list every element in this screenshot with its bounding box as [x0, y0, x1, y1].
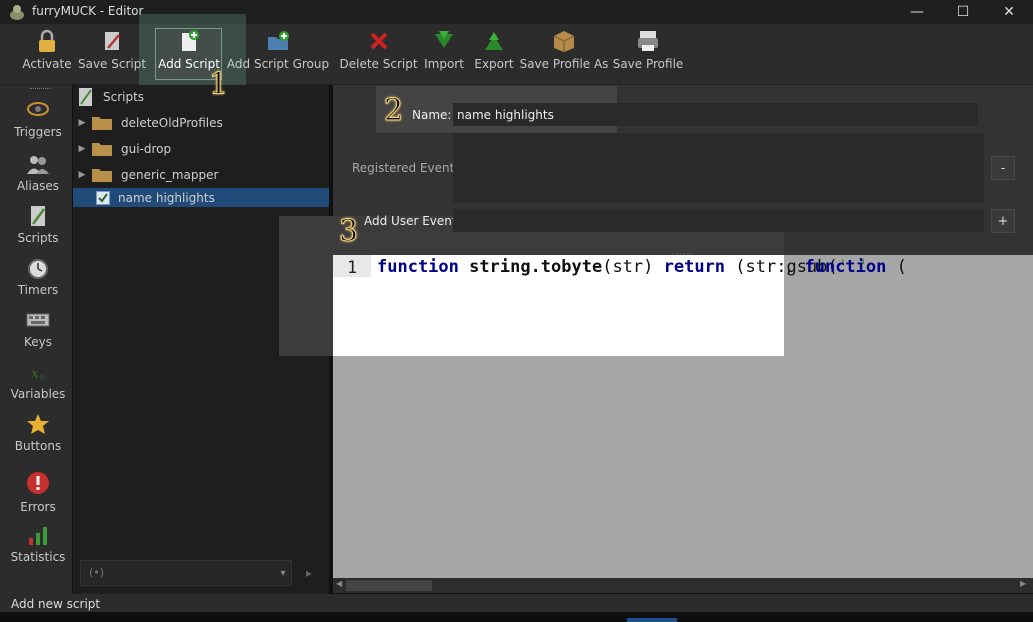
delete-script-button[interactable]: Delete Script: [339, 28, 418, 80]
export-button[interactable]: Export: [474, 28, 514, 80]
folder-icon: [92, 117, 112, 130]
sidebar-item-aliases[interactable]: Aliases: [0, 153, 76, 193]
horizontal-scrollbar[interactable]: [333, 578, 1033, 593]
svg-text:n: n: [40, 373, 45, 382]
statistics-icon: [29, 527, 47, 545]
export-icon: [485, 32, 503, 50]
scripts-icon: [31, 206, 46, 226]
folder-icon: [92, 143, 112, 156]
triggers-icon: [27, 102, 49, 116]
save-profile-button[interactable]: Save Profile: [613, 28, 683, 80]
activate-button[interactable]: Activate: [22, 28, 72, 80]
user-event-input[interactable]: [453, 209, 984, 232]
folder-icon: [92, 169, 112, 182]
tree-item-script-selected[interactable]: name highlights: [73, 188, 329, 207]
variables-icon: xn: [31, 366, 45, 382]
annotation-1: 1: [208, 67, 229, 102]
close-button[interactable]: ✕: [986, 0, 1032, 24]
sidebar-item-buttons[interactable]: Buttons: [0, 413, 76, 453]
save-script-icon: [105, 32, 120, 50]
code-token: (: [886, 257, 907, 277]
line-number: 1: [347, 258, 358, 278]
background-strip: [0, 612, 1033, 622]
sidebar-item-statistics[interactable]: Statistics: [0, 524, 76, 564]
error-icon: [27, 472, 49, 494]
star-icon: [27, 414, 49, 434]
svg-text:x: x: [31, 366, 39, 382]
scroll-left-icon[interactable]: ◀: [336, 579, 346, 592]
code-token: function: [804, 257, 887, 277]
import-icon: [435, 31, 453, 48]
import-button[interactable]: Import: [424, 28, 464, 80]
aliases-icon: [27, 156, 49, 174]
save-profile-as-button[interactable]: Save Profile As: [520, 28, 608, 80]
delete-icon: [370, 32, 387, 50]
add-user-event-label: Add User Event:: [364, 214, 461, 228]
maximize-button[interactable]: ☐: [940, 0, 986, 24]
search-dropdown-button[interactable]: ▾: [274, 562, 292, 584]
annotation-3: 3: [338, 214, 359, 249]
code-token: ,: [784, 257, 805, 277]
scroll-right-icon[interactable]: ▶: [1020, 579, 1030, 592]
background-accent: [627, 618, 677, 622]
timers-icon: [28, 259, 48, 279]
scrollbar-thumb[interactable]: [346, 580, 432, 591]
app-logo-icon: [10, 5, 24, 20]
status-text: Add new script: [11, 597, 101, 611]
sidebar-item-scripts[interactable]: Scripts: [0, 205, 76, 245]
minimize-button[interactable]: —: [894, 0, 940, 24]
search-go-button[interactable]: ▸: [300, 562, 318, 584]
code-line-overflow: , function (: [784, 256, 907, 278]
sidebar-item-errors[interactable]: Errors: [0, 470, 76, 514]
add-group-icon: [268, 31, 289, 50]
annotation-2: 2: [383, 93, 404, 128]
sidebar-item-timers[interactable]: Timers: [0, 257, 76, 297]
window-title: furryMUCK - Editor: [32, 4, 144, 18]
checkbox-checked-icon[interactable]: [96, 190, 110, 205]
keys-icon: [26, 313, 50, 327]
code-token: (str): [602, 257, 664, 277]
add-script-group-button[interactable]: Add Script Group: [227, 28, 329, 80]
expand-arrow-icon[interactable]: ▶: [73, 144, 91, 154]
remove-event-button[interactable]: -: [991, 156, 1015, 180]
regex-icon: (•): [89, 566, 105, 579]
scripts-root-icon: [79, 88, 92, 106]
save-profile-icon: [638, 31, 658, 51]
tree-search-field[interactable]: [80, 560, 292, 586]
expand-arrow-icon[interactable]: ▶: [73, 118, 91, 128]
name-label: Name:: [412, 108, 452, 122]
registered-events-list[interactable]: [453, 133, 984, 203]
sidebar-item-keys[interactable]: Keys: [0, 309, 76, 349]
code-token: return: [663, 257, 726, 277]
lock-icon: [39, 29, 55, 52]
save-profile-as-icon: [553, 31, 575, 52]
code-token: function: [377, 257, 459, 277]
tree-item-folder[interactable]: ▶ gui-drop: [73, 137, 329, 161]
add-event-button[interactable]: +: [991, 209, 1015, 233]
tree-root-scripts[interactable]: Scripts: [75, 85, 331, 109]
sidebar-item-triggers[interactable]: Triggers: [0, 97, 76, 139]
status-bar: [0, 594, 1033, 612]
registered-events-label: Registered Events:: [352, 161, 465, 175]
name-input[interactable]: [453, 103, 978, 126]
sidebar-grip: [30, 88, 50, 92]
tree-item-folder[interactable]: ▶ generic_mapper: [73, 163, 329, 187]
code-token: string.tobyte: [469, 257, 603, 277]
save-script-button[interactable]: Save Script: [78, 28, 146, 80]
expand-arrow-icon[interactable]: ▶: [73, 170, 91, 180]
tree-item-folder[interactable]: ▶ deleteOldProfiles: [73, 111, 329, 135]
add-script-icon: [182, 30, 199, 51]
sidebar-item-variables[interactable]: xn Variables: [0, 361, 76, 401]
